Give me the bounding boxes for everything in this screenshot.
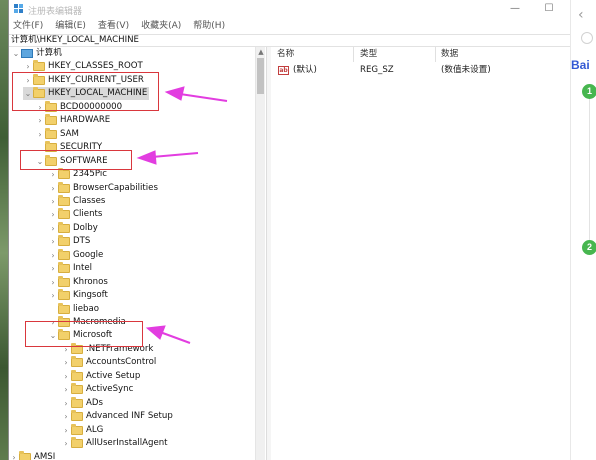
pointer-arrowhead-software xyxy=(136,150,157,165)
step-1-badge: 1 xyxy=(582,84,596,99)
pointer-arrow-hklm xyxy=(179,93,228,102)
pointer-arrowhead-microsoft xyxy=(145,325,166,340)
back-chevron-icon[interactable]: ‹ xyxy=(578,8,584,22)
step-connector-line xyxy=(589,99,590,240)
step-2-badge: 2 xyxy=(582,240,596,255)
pointer-arrow-microsoft xyxy=(159,331,191,344)
annotation-arrows xyxy=(136,86,228,344)
profile-circle-icon[interactable] xyxy=(581,32,593,44)
browser-side-panel: ‹ Bai 1 2 xyxy=(570,0,596,460)
baidu-logo: Bai xyxy=(571,58,590,72)
pointer-arrow-software xyxy=(151,152,199,158)
pointer-arrowhead-hklm xyxy=(164,86,185,101)
